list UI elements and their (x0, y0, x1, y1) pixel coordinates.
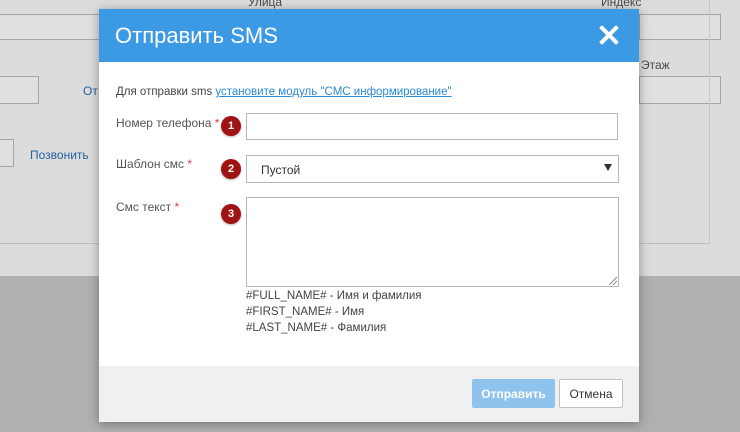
send-button[interactable]: Отправить (472, 379, 555, 408)
sms-text-label-text: Смс текст (116, 200, 175, 214)
template-label: Шаблон смс * (116, 157, 192, 171)
required-mark: * (174, 200, 180, 214)
step-badge-2: 2 (221, 159, 241, 179)
required-mark: * (214, 116, 220, 130)
step-badge-3: 3 (221, 204, 241, 224)
dialog-header: Отправить SMS (99, 9, 639, 62)
template-select[interactable]: Пустой (246, 155, 619, 183)
resize-grip-icon[interactable] (609, 277, 617, 285)
dialog-title: Отправить SMS (115, 23, 278, 48)
dialog-footer: Отправить Отмена (99, 366, 639, 422)
hint-last-name: #LAST_NAME# - Фамилия (246, 322, 387, 334)
phone-label-text: Номер телефона (116, 116, 215, 130)
info-line: Для отправки sms установите модуль "СМС … (116, 86, 452, 98)
cancel-button[interactable]: Отмена (559, 379, 623, 408)
install-module-link[interactable]: установите модуль "СМС информирование" (215, 86, 451, 98)
hint-full-name: #FULL_NAME# - Имя и фамилия (246, 290, 422, 302)
sms-text-label: Смс текст * (116, 200, 179, 214)
close-icon[interactable] (597, 23, 621, 47)
sms-text-area[interactable] (246, 197, 619, 287)
template-label-text: Шаблон смс (116, 157, 188, 171)
hint-first-name: #FIRST_NAME# - Имя (246, 306, 365, 318)
template-selected-value: Пустой (261, 163, 301, 177)
send-sms-dialog: Отправить SMS Для отправки sms установит… (99, 9, 639, 422)
dropdown-arrow-icon (604, 164, 612, 171)
required-mark: * (187, 157, 193, 171)
phone-label: Номер телефона * (116, 116, 219, 130)
phone-input[interactable] (246, 113, 618, 140)
step-badge-1: 1 (221, 116, 241, 136)
info-text: Для отправки sms (116, 86, 216, 98)
